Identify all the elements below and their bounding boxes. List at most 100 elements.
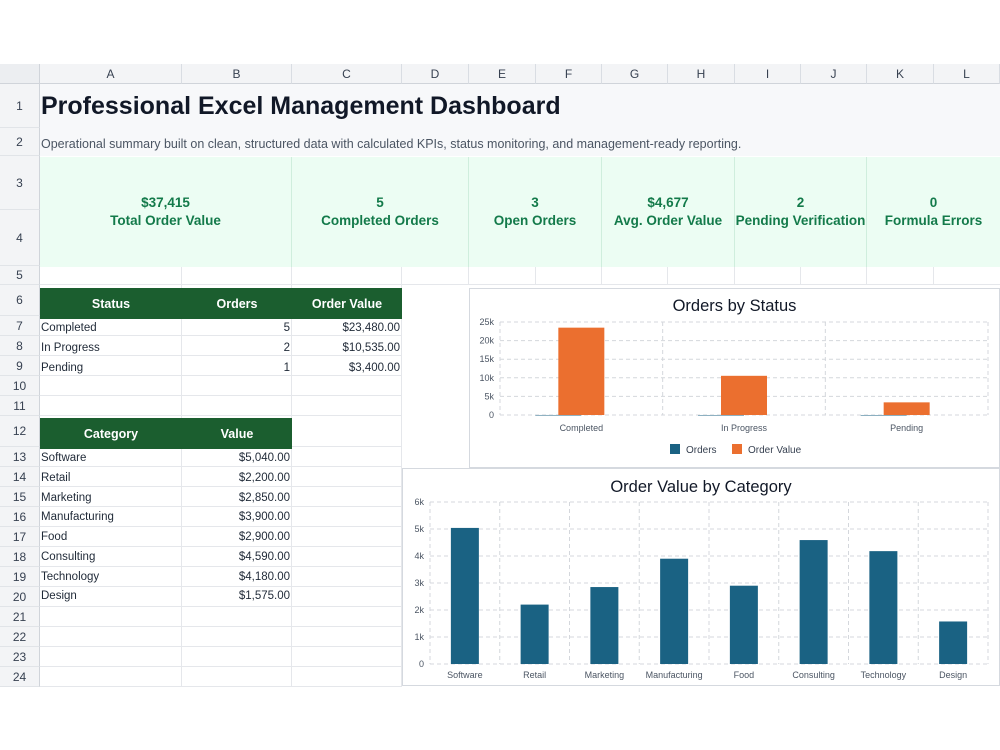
kpi-total-order-value[interactable]: $37,415 Total Order Value	[40, 157, 292, 267]
category-value-cell[interactable]: $3,900.00	[182, 508, 290, 527]
column-header-k[interactable]: K	[867, 64, 934, 84]
category-value-cell[interactable]: $2,850.00	[182, 489, 290, 508]
category-cell[interactable]: Design	[41, 587, 77, 606]
bar-category[interactable]	[799, 540, 828, 664]
bar-order-value[interactable]	[721, 375, 767, 415]
category-cell[interactable]: Consulting	[41, 548, 95, 567]
column-header-h[interactable]: H	[668, 64, 735, 84]
kpi-label: Completed Orders	[321, 213, 439, 228]
row-header-24[interactable]: 24	[0, 667, 40, 687]
column-header-j[interactable]: J	[801, 64, 867, 84]
category-value-cell[interactable]: $2,200.00	[182, 469, 290, 488]
category-cell[interactable]: Technology	[41, 568, 99, 587]
column-header-a[interactable]: A	[40, 64, 182, 84]
row-header-5[interactable]: 5	[0, 266, 40, 285]
column-header-f[interactable]: F	[536, 64, 602, 84]
column-header-l[interactable]: L	[934, 64, 1000, 84]
row-header-19[interactable]: 19	[0, 567, 40, 587]
order-value-cell[interactable]: $23,480.00	[292, 319, 400, 338]
bar-order-value[interactable]	[883, 402, 930, 415]
row-header-4[interactable]: 4	[0, 210, 40, 266]
row-header-1[interactable]: 1	[0, 84, 40, 128]
category-value-cell[interactable]: $5,040.00	[182, 449, 290, 468]
bar-category[interactable]	[450, 527, 479, 664]
y-tick-label: 15k	[479, 354, 494, 364]
category-cell[interactable]: Marketing	[41, 489, 92, 508]
status-header-status[interactable]: Status	[40, 288, 182, 319]
row-header-15[interactable]: 15	[0, 487, 40, 507]
row-header-3[interactable]: 3	[0, 156, 40, 210]
column-header-e[interactable]: E	[469, 64, 536, 84]
order-value-cell[interactable]: $3,400.00	[292, 359, 400, 378]
kpi-completed-orders[interactable]: 5 Completed Orders	[292, 157, 469, 267]
bar-orders[interactable]	[860, 414, 907, 416]
order-value-by-category-chart[interactable]: Order Value by Category 0 1k 2k 3k 4k 5k 6k Sof…	[402, 468, 1000, 686]
bar-orders[interactable]	[535, 414, 582, 416]
category-header-value[interactable]: Value	[182, 418, 292, 449]
row-header-20[interactable]: 20	[0, 587, 40, 607]
row-header-8[interactable]: 8	[0, 336, 40, 356]
orders-cell[interactable]: 2	[182, 339, 290, 358]
legend-label[interactable]: Order Value	[748, 445, 802, 456]
orders-cell[interactable]: 5	[182, 319, 290, 338]
bar-orders[interactable]	[698, 414, 744, 416]
bar-category[interactable]	[520, 604, 549, 664]
category-value-cell[interactable]: $1,575.00	[182, 587, 290, 606]
row-header-12[interactable]: 12	[0, 416, 40, 447]
bar-category[interactable]	[869, 551, 898, 664]
column-header-d[interactable]: D	[402, 64, 469, 84]
bar-category[interactable]	[590, 587, 619, 664]
gridline	[40, 395, 402, 396]
kpi-pending-verification[interactable]: 2 Pending Verification	[735, 157, 867, 267]
status-header-orders[interactable]: Orders	[182, 288, 292, 319]
column-header-b[interactable]: B	[182, 64, 292, 84]
kpi-value: 2	[796, 195, 805, 210]
category-value-cell[interactable]: $4,180.00	[182, 568, 290, 587]
row-header-10[interactable]: 10	[0, 376, 40, 396]
kpi-formula-errors[interactable]: 0 Formula Errors	[867, 157, 1000, 267]
kpi-open-orders[interactable]: 3 Open Orders	[469, 157, 602, 267]
row-header-18[interactable]: 18	[0, 547, 40, 567]
category-cell[interactable]: Food	[41, 528, 67, 547]
category-value-cell[interactable]: $4,590.00	[182, 548, 290, 567]
status-cell[interactable]: In Progress	[41, 339, 100, 358]
category-cell[interactable]: Manufacturing	[41, 508, 114, 527]
row-header-16[interactable]: 16	[0, 507, 40, 527]
bar-category[interactable]	[660, 558, 689, 664]
category-header-category[interactable]: Category	[40, 418, 182, 449]
row-header-23[interactable]: 23	[0, 647, 40, 667]
row-header-7[interactable]: 7	[0, 316, 40, 336]
x-tick-label: Consulting	[792, 670, 835, 680]
bar-category[interactable]	[729, 585, 758, 664]
kpi-avg-order-value[interactable]: $4,677 Avg. Order Value	[602, 157, 735, 267]
column-header-c[interactable]: C	[292, 64, 402, 84]
status-cell[interactable]: Pending	[41, 359, 83, 378]
category-cell[interactable]: Software	[41, 449, 86, 468]
category-value-cell[interactable]: $2,900.00	[182, 528, 290, 547]
y-tick-label: 2k	[414, 605, 424, 615]
orders-by-status-chart[interactable]: Orders by Status 0 5k 10k 15k 20k 25k Complete…	[469, 288, 1000, 468]
row-header-9[interactable]: 9	[0, 356, 40, 376]
bar-category[interactable]	[939, 621, 968, 664]
category-cell[interactable]: Retail	[41, 469, 70, 488]
bar-order-value[interactable]	[558, 327, 605, 415]
row-header-6[interactable]: 6	[0, 285, 40, 316]
orders-cell[interactable]: 1	[182, 359, 290, 378]
row-header-14[interactable]: 14	[0, 467, 40, 487]
status-header-order-value[interactable]: Order Value	[292, 288, 402, 319]
row-header-22[interactable]: 22	[0, 627, 40, 647]
kpi-label: Open Orders	[493, 213, 577, 228]
x-tick-label: Food	[734, 670, 755, 680]
row-header-13[interactable]: 13	[0, 447, 40, 467]
column-header-g[interactable]: G	[602, 64, 668, 84]
column-header-i[interactable]: I	[735, 64, 801, 84]
legend-label[interactable]: Orders	[686, 445, 717, 456]
select-all-corner[interactable]	[0, 64, 40, 84]
row-header-2[interactable]: 2	[0, 128, 40, 156]
status-cell[interactable]: Completed	[41, 319, 97, 338]
row-header-11[interactable]: 11	[0, 396, 40, 416]
order-value-cell[interactable]: $10,535.00	[292, 339, 400, 358]
row-header-17[interactable]: 17	[0, 527, 40, 547]
gridline	[40, 686, 402, 687]
row-header-21[interactable]: 21	[0, 607, 40, 627]
